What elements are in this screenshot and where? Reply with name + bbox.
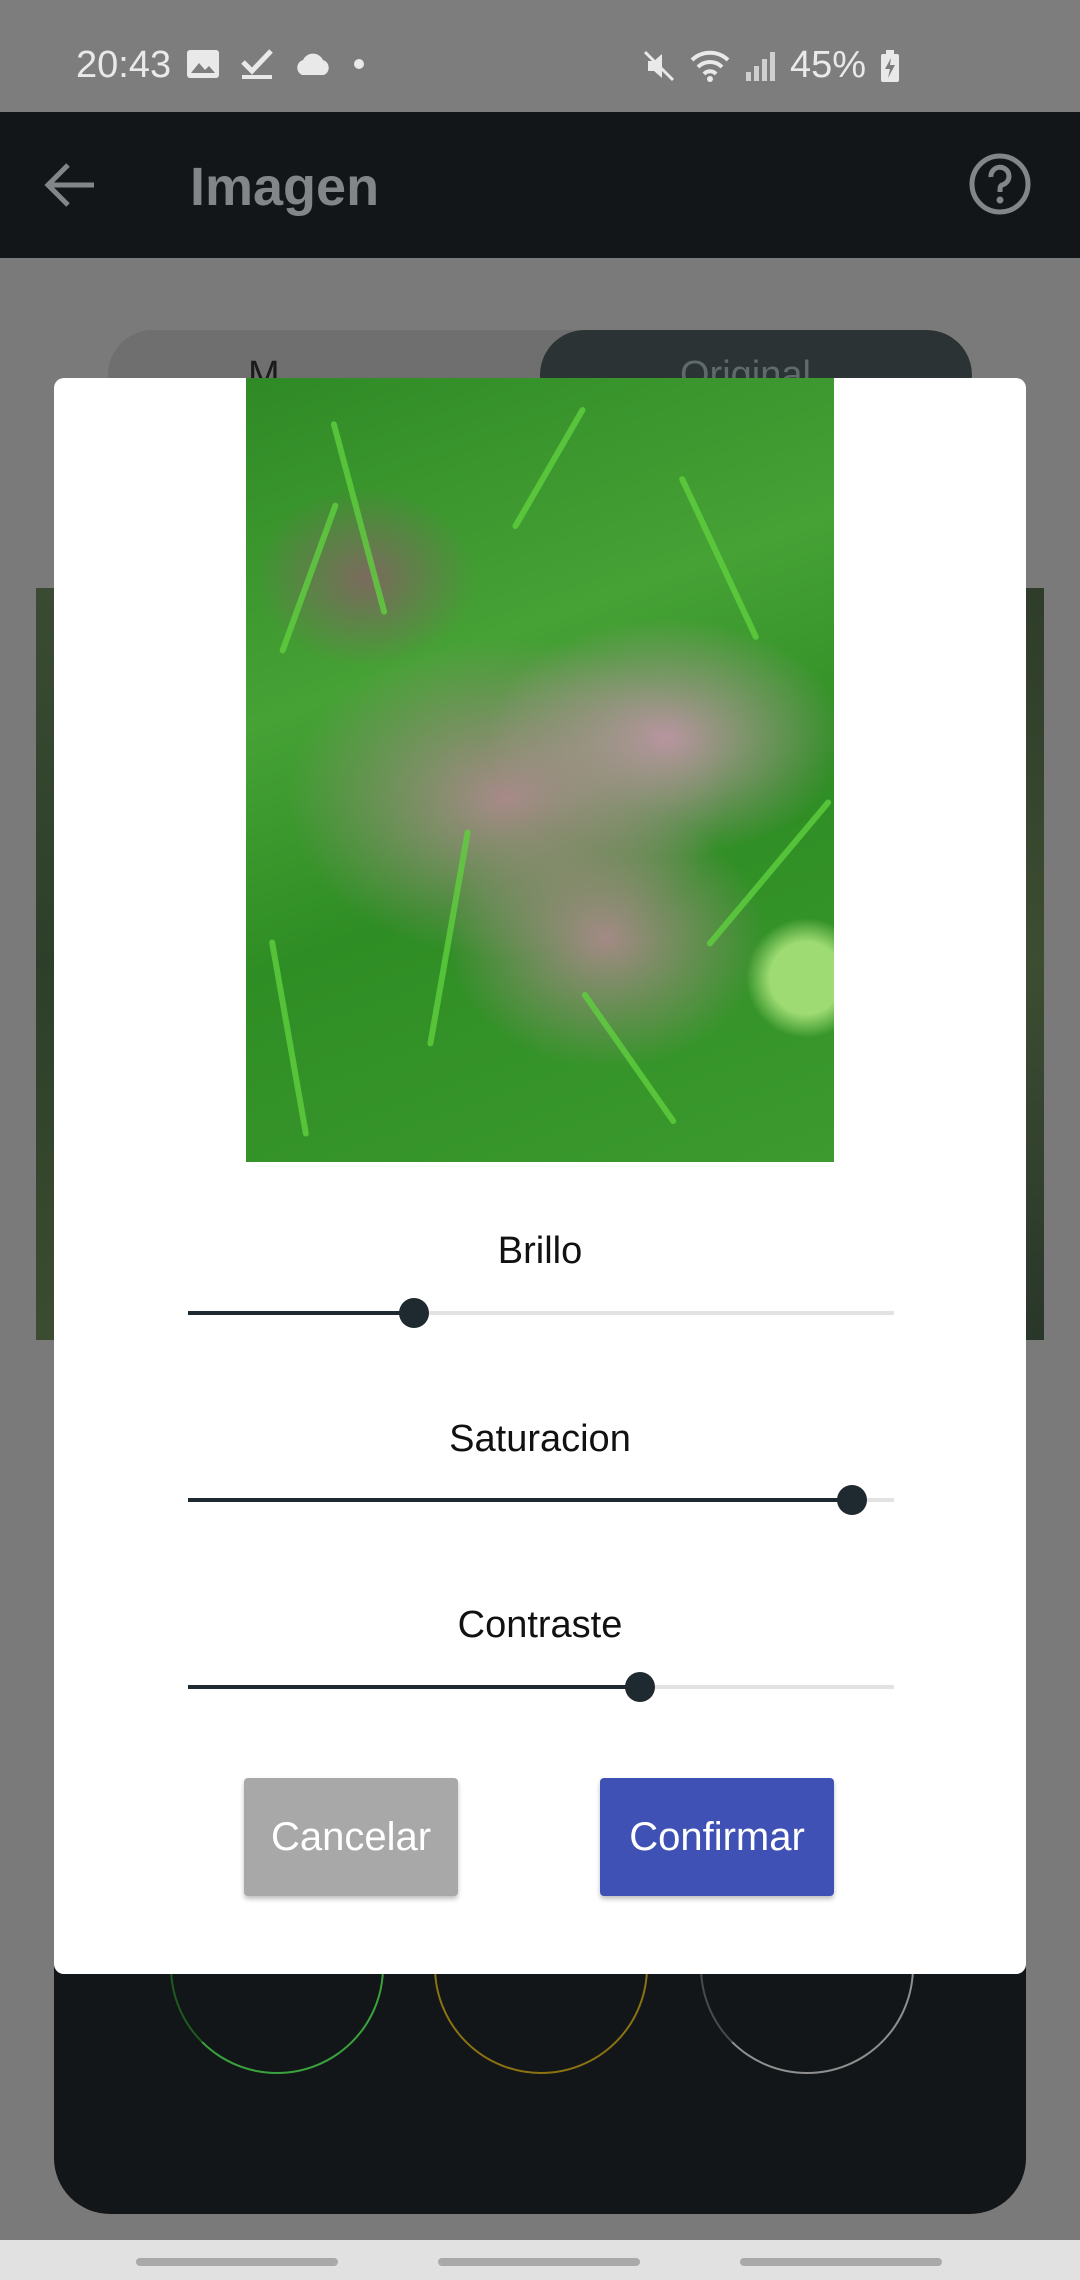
mute-icon (643, 50, 674, 81)
status-bar: 20:43 45% (0, 0, 1080, 112)
slider-fill (188, 1311, 414, 1315)
help-circle-icon[interactable] (968, 152, 1032, 216)
page-title: Imagen (190, 157, 380, 217)
status-time: 20:43 (76, 44, 172, 86)
slider-thumb[interactable] (398, 1298, 429, 1328)
nav-back-button[interactable] (740, 2258, 942, 2266)
nav-home-button[interactable] (438, 2258, 640, 2266)
slider-thumb[interactable] (836, 1485, 867, 1515)
background-results-card (54, 1960, 1026, 2214)
status-right: 45% (642, 44, 900, 87)
dot-icon (354, 59, 364, 69)
progress-ring (434, 1960, 648, 2074)
contraste-slider[interactable] (188, 1672, 894, 1702)
brillo-slider[interactable] (188, 1298, 894, 1328)
preview-image (246, 378, 834, 1162)
progress-ring (170, 1960, 384, 2074)
signal-icon (745, 51, 775, 81)
system-nav-bar (0, 2240, 1080, 2280)
battery-icon (881, 49, 899, 82)
brillo-label: Brillo (497, 1230, 583, 1272)
saturacion-slider[interactable] (188, 1485, 894, 1515)
cancel-button[interactable]: Cancelar (244, 1778, 458, 1896)
confirm-button[interactable]: Confirmar (600, 1778, 834, 1896)
image-adjust-dialog: Brillo Saturacion Contraste Cancelar Con… (54, 378, 1026, 1974)
cloud-icon (297, 53, 329, 75)
app-bar: Imagen (0, 112, 1080, 258)
image-icon (187, 50, 219, 78)
progress-ring (700, 1960, 914, 2074)
slider-fill (188, 1498, 852, 1502)
arrow-left-icon[interactable] (44, 162, 96, 208)
wifi-icon (690, 50, 730, 82)
status-left-icons (186, 48, 366, 80)
slider-thumb[interactable] (624, 1672, 655, 1702)
nav-recents-button[interactable] (136, 2258, 338, 2266)
contraste-label: Contraste (457, 1604, 623, 1646)
saturacion-label: Saturacion (449, 1418, 631, 1460)
check-icon (241, 49, 273, 79)
slider-fill (188, 1685, 640, 1689)
battery-percent: 45% (789, 44, 866, 86)
